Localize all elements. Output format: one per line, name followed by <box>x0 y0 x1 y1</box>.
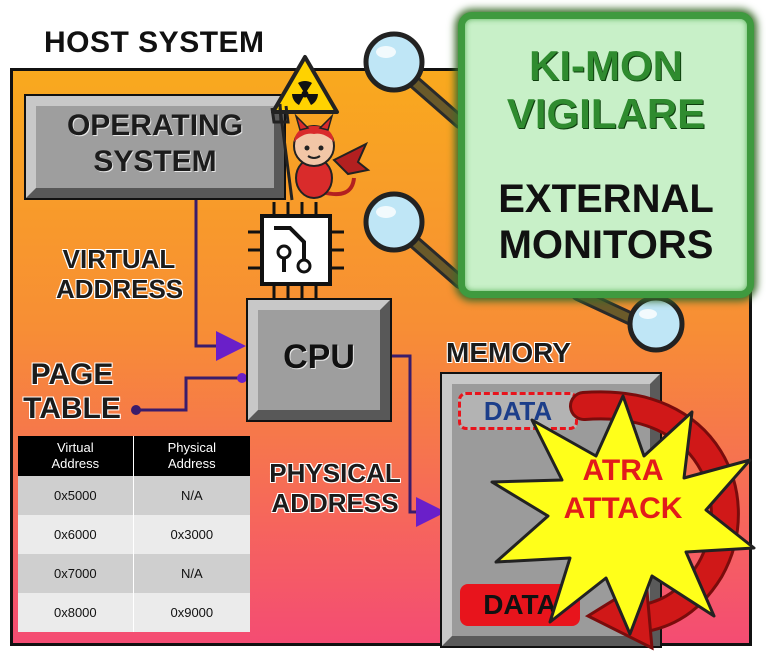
os-label-line2: SYSTEM <box>93 145 217 178</box>
magnifier-icon <box>363 191 467 289</box>
virtual-cell: 0x8000 <box>18 593 134 632</box>
virtual-address-header: Virtual Address <box>18 436 134 476</box>
devil-icon <box>270 103 371 201</box>
atra-line2: ATTACK <box>563 492 683 525</box>
os-label-line1: OPERATING <box>66 109 244 142</box>
page-table-dot <box>131 405 141 415</box>
header-virtual-line1: Virtual <box>57 440 94 455</box>
virtual-cell: 0x5000 <box>18 476 134 515</box>
page-table-connector <box>136 376 242 412</box>
physical-address-line1: PHYSICAL <box>269 458 401 488</box>
virtual-address-line2: ADDRESS <box>56 274 184 304</box>
ki-mon-line: KI-MON <box>529 42 683 89</box>
vigilare-line: VIGILARE <box>506 90 706 137</box>
virtual-cell: 0x7000 <box>18 554 134 593</box>
external-monitors-label: EXTERNAL MONITORS <box>458 176 754 268</box>
operating-system-label: OPERATING SYSTEM <box>26 108 284 180</box>
physical-cell: N/A <box>133 476 250 515</box>
chip-icon <box>248 202 344 298</box>
virtual-address-label: VIRTUAL ADDRESS <box>56 244 184 304</box>
cpu-label: CPU <box>283 338 355 376</box>
table-row: 0x6000 0x3000 <box>18 515 250 554</box>
monitors-line: MONITORS <box>498 223 714 267</box>
page-table-label: PAGE TABLE <box>22 358 122 426</box>
cpu-input-dot <box>237 373 247 383</box>
virtual-cell: 0x6000 <box>18 515 134 554</box>
physical-cell: N/A <box>133 554 250 593</box>
table-row: 0x5000 N/A <box>18 476 250 515</box>
table-row: 0x8000 0x9000 <box>18 593 250 632</box>
ki-mon-vigilare-title: KI-MON VIGILARE <box>458 42 754 138</box>
physical-address-line2: ADDRESS <box>271 488 399 518</box>
external-line: EXTERNAL <box>498 177 714 221</box>
physical-address-header: Physical Address <box>133 436 250 476</box>
physical-address-label: PHYSICAL ADDRESS <box>268 458 402 518</box>
header-physical-line2: Address <box>167 456 216 471</box>
physical-cell: 0x9000 <box>133 593 250 632</box>
magnifier-icon <box>363 31 467 129</box>
physical-cell: 0x3000 <box>133 515 250 554</box>
page-table: Virtual Address Physical Address 0x5000 … <box>18 436 250 632</box>
virtual-address-line1: VIRTUAL <box>62 244 176 274</box>
virtual-address-connector <box>194 196 246 361</box>
table-row: 0x7000 N/A <box>18 554 250 593</box>
memory-title: MEMORY <box>446 337 571 368</box>
atra-line1: ATRA <box>582 454 664 487</box>
header-physical-line1: Physical <box>167 440 217 455</box>
page-table-line1: PAGE <box>30 358 114 391</box>
page-table-header-row: Virtual Address Physical Address <box>18 436 250 476</box>
atra-attack-label: ATRA ATTACK <box>548 452 698 528</box>
page-table-line2: TABLE <box>23 392 121 425</box>
header-virtual-line2: Address <box>51 456 100 471</box>
